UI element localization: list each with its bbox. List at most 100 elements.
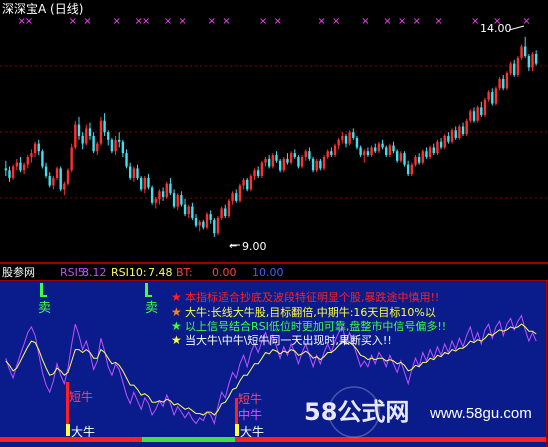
- candle-body: [77, 124, 81, 136]
- candle-body: [322, 156, 326, 169]
- candle-body: [4, 168, 8, 171]
- candle-body: [128, 166, 132, 178]
- candle-body: [494, 88, 498, 104]
- candle-body: [63, 183, 66, 190]
- candle-body: [246, 179, 249, 190]
- candle-body: [150, 187, 154, 203]
- candle-body: [30, 153, 33, 157]
- candle-body: [238, 185, 242, 201]
- candle-body: [509, 63, 512, 74]
- sell-signal-1-label: 卖: [38, 301, 51, 316]
- note-2-star: ★: [171, 305, 182, 319]
- candle-body: [99, 120, 103, 144]
- candle-body: [534, 54, 538, 64]
- signal-marker: ×: [412, 16, 420, 27]
- candle-body: [194, 217, 198, 226]
- candle-body: [454, 130, 457, 138]
- signal-marker: ×: [113, 16, 121, 27]
- candle-body: [513, 63, 516, 75]
- candle-body: [348, 132, 351, 144]
- big-bull-signal-2: 大牛: [235, 424, 264, 439]
- candle-body: [399, 153, 403, 161]
- candle-body: [132, 168, 136, 178]
- candle-body: [264, 158, 267, 163]
- candle-body: [253, 170, 256, 177]
- candle-body: [410, 164, 414, 175]
- candle-body: [308, 151, 311, 159]
- candle-body: [249, 176, 253, 190]
- signal-marker: ×: [222, 16, 230, 27]
- candle-body: [213, 219, 216, 234]
- watermark-logo-text: 58公式网: [304, 398, 409, 426]
- candle-body: [216, 217, 220, 234]
- short-bull-label-1: 短牛: [69, 389, 93, 404]
- candle-body: [476, 107, 479, 121]
- big-bull-signal-1: 大牛: [66, 424, 95, 439]
- candle-body: [202, 221, 205, 228]
- candle-body: [304, 151, 307, 157]
- candle-body: [161, 191, 165, 197]
- candle-body: [439, 141, 443, 148]
- note-2-text: 大牛:长线大牛股,目标翻倍,中期牛:16天目标10%以: [185, 305, 436, 319]
- candle-body: [286, 158, 289, 163]
- signal-marker: ×: [317, 16, 325, 27]
- candle-body: [235, 193, 238, 201]
- candle-body: [465, 120, 468, 135]
- candle-body: [187, 206, 190, 215]
- signal-marker: ×: [398, 16, 406, 27]
- candle-body: [432, 147, 435, 154]
- trend-bar: [0, 437, 546, 442]
- candle-body: [169, 183, 172, 194]
- candle-body: [381, 143, 384, 148]
- watermark-url: www.58gu.com: [429, 405, 532, 422]
- candle-body: [487, 92, 490, 100]
- candle-body: [231, 193, 234, 201]
- candle-body: [26, 156, 29, 165]
- candle-body: [191, 206, 194, 218]
- candle-body: [267, 158, 271, 167]
- signal-marker: ×: [522, 16, 530, 27]
- candle-body: [293, 153, 296, 157]
- signal-marker: ×: [383, 16, 391, 27]
- candle-body: [96, 143, 99, 152]
- candle-body: [11, 166, 15, 178]
- candle-body: [118, 139, 121, 142]
- candle-body: [136, 168, 139, 178]
- indicator-name: 股参网: [2, 265, 35, 279]
- candle-body: [242, 179, 245, 186]
- signal-marker: ×: [142, 16, 150, 27]
- candle-body: [414, 156, 417, 165]
- candle-body: [377, 143, 381, 152]
- candle-body: [172, 193, 176, 207]
- candle-body: [19, 162, 22, 171]
- bt-label: BT:: [176, 266, 193, 279]
- mid-bull-label: 中牛: [238, 407, 262, 422]
- candle-body: [388, 145, 392, 156]
- rsi10-label: RSI10:: [111, 266, 147, 279]
- extra-value: 10.00: [252, 266, 284, 279]
- signal-marker: ×: [259, 16, 267, 27]
- candle-body: [483, 99, 487, 116]
- candle-body: [289, 153, 293, 163]
- candle-body: [176, 195, 179, 207]
- candle-body: [425, 151, 428, 157]
- candle-body: [143, 177, 147, 190]
- candle-body: [406, 164, 410, 175]
- candle-body: [344, 136, 348, 144]
- candle-body: [363, 151, 366, 156]
- signal-marker: ×: [83, 16, 91, 27]
- candle-body: [300, 156, 304, 167]
- candle-body: [385, 147, 388, 156]
- candle-body: [355, 137, 359, 148]
- candle-body: [461, 126, 465, 135]
- candle-body: [158, 191, 161, 199]
- candle-body: [37, 143, 40, 152]
- candle-body: [472, 111, 476, 121]
- candle-body: [55, 168, 59, 178]
- note-3-star: ★: [171, 319, 182, 333]
- big-bull-label-2: 大牛: [240, 424, 264, 439]
- candle-body: [260, 162, 264, 177]
- candle-body: [436, 141, 439, 154]
- candle-body: [66, 170, 70, 184]
- bt-value: 0.00: [212, 266, 237, 279]
